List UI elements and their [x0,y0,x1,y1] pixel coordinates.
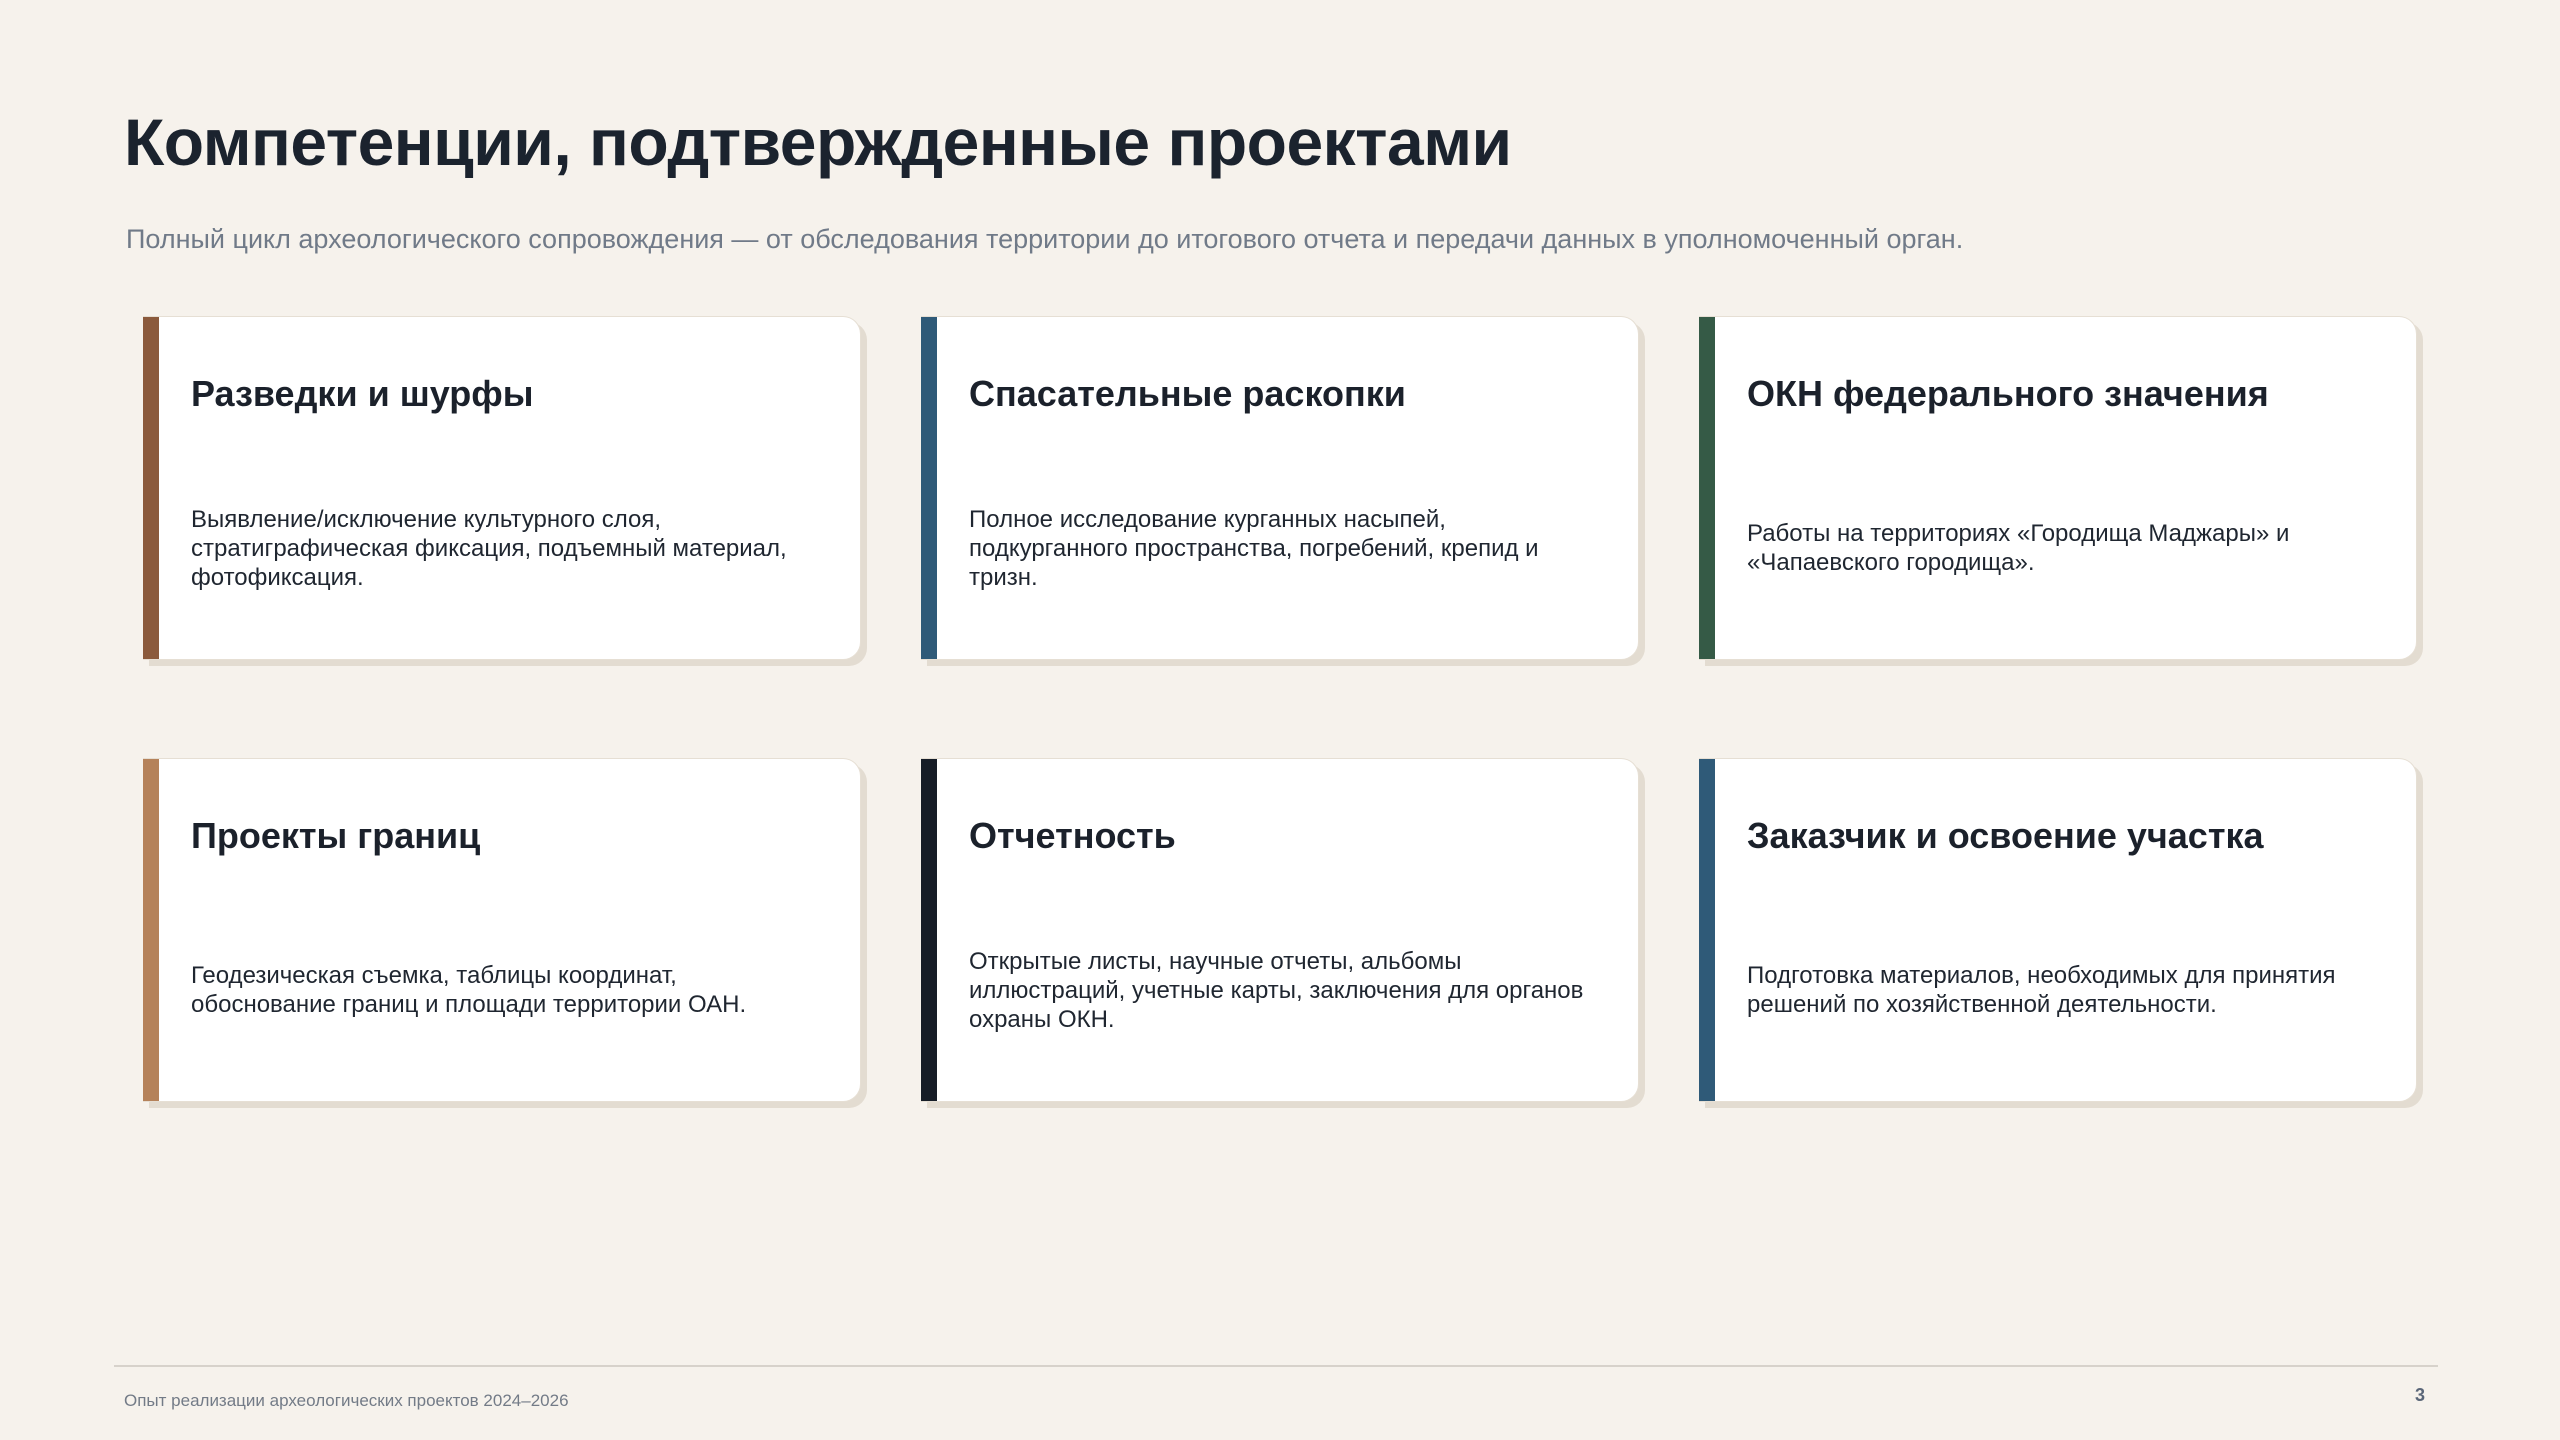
card-razvedki: Разведки и шурфы Выявление/исключение ку… [143,316,861,660]
card-accent-bar [921,759,937,1101]
card-accent-bar [1699,759,1715,1101]
page-number: 3 [2414,1385,2425,1405]
footer-text: Опыт реализации археологических проектов… [124,1391,569,1410]
card-otchetnost: Отчетность Открытые листы, научные отчет… [921,758,1639,1102]
card-description: Полное исследование курганных насыпей, п… [969,505,1539,591]
footer-divider [114,1365,2438,1367]
card-accent-bar [1699,317,1715,659]
card-title: ОКН федерального значения [1747,373,2269,414]
page-subtitle: Полный цикл археологического сопровожден… [126,224,1964,254]
card-description: Открытые листы, научные отчеты, альбомы … [969,947,1584,1033]
card-description: Геодезическая съемка, таблицы координат,… [191,962,747,1018]
card-title: Спасательные раскопки [969,373,1406,414]
card-okn: ОКН федерального значения Работы на терр… [1699,316,2417,660]
card-proekty-granic: Проекты границ Геодезическая съемка, таб… [143,758,861,1102]
card-description: Подготовка материалов, необходимых для п… [1747,962,2336,1018]
card-accent-bar [143,759,159,1101]
card-spasatelnye-raskopki: Спасательные раскопки Полное исследовани… [921,316,1639,660]
card-accent-bar [143,317,159,659]
card-zakazchik: Заказчик и освоение участка Подготовка м… [1699,758,2417,1102]
card-title: Проекты границ [191,815,481,856]
card-accent-bar [921,317,937,659]
card-title: Заказчик и освоение участка [1747,815,2264,856]
card-description: Работы на территориях «Городища Маджары»… [1747,520,2290,576]
card-title: Разведки и шурфы [191,373,534,414]
card-description: Выявление/исключение культурного слоя, с… [191,505,787,591]
card-title: Отчетность [969,815,1176,856]
page-title: Компетенции, подтвержденные проектами [124,105,1512,179]
